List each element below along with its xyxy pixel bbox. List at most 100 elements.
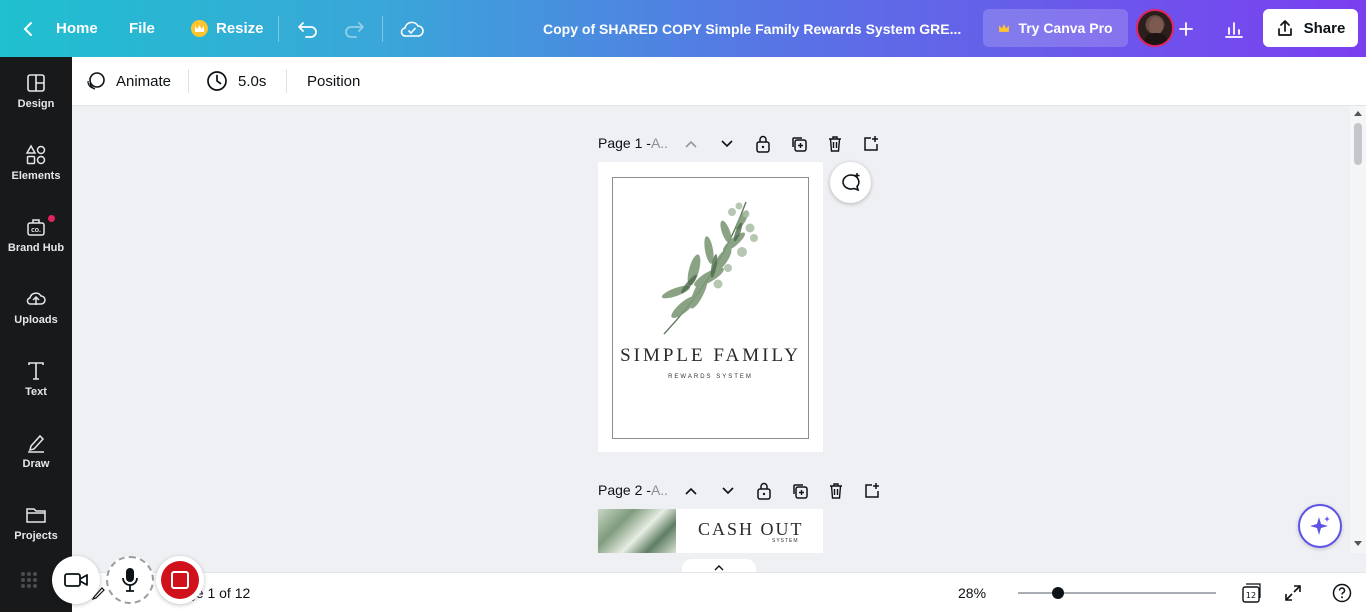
redo-icon	[345, 21, 364, 38]
fullscreen-button[interactable]	[1281, 581, 1305, 605]
insights-button[interactable]	[1224, 0, 1244, 57]
crown-icon	[999, 24, 1010, 32]
expand-icon	[1285, 585, 1301, 601]
sidebar-item-projects[interactable]: Projects	[0, 489, 72, 557]
duplicate-icon	[792, 137, 807, 152]
design-icon	[27, 74, 45, 92]
home-label: Home	[56, 20, 98, 37]
page-2-thumbnail[interactable]: CASH OUT SYSTEM	[598, 509, 823, 553]
document-title[interactable]: Copy of SHARED COPY Simple Family Reward…	[543, 0, 963, 57]
vertical-scrollbar[interactable]	[1350, 106, 1366, 553]
trash-icon	[829, 136, 841, 152]
sidebar-item-design[interactable]: Design	[0, 57, 72, 125]
move-page-up-button[interactable]	[680, 133, 702, 155]
sidebar-item-draw[interactable]: Draw	[0, 417, 72, 485]
avatar[interactable]	[1136, 9, 1174, 47]
lock-icon	[756, 135, 770, 153]
page-grid-button[interactable]: 12	[1239, 581, 1263, 605]
sidebar-item-uploads[interactable]: Uploads	[0, 273, 72, 341]
add-comment-button[interactable]	[830, 162, 871, 203]
comment-plus-icon	[841, 172, 860, 191]
microphone-icon	[122, 568, 138, 592]
share-button[interactable]: Share	[1263, 9, 1358, 47]
draw-icon	[28, 434, 45, 453]
add-page-button[interactable]	[861, 480, 883, 502]
page-label-prefix: Page 2 -	[598, 482, 651, 498]
try-canva-pro-button[interactable]: Try Canva Pro	[983, 9, 1128, 47]
page-2-label[interactable]: Page 2 - A..	[598, 482, 668, 498]
home-button[interactable]: Home	[22, 0, 98, 57]
duration-button[interactable]: 5.0s	[206, 57, 266, 105]
scrollbar-thumb[interactable]	[1354, 123, 1362, 165]
video-camera-icon	[64, 573, 88, 587]
lock-page-button[interactable]	[753, 480, 775, 502]
lock-page-button[interactable]	[752, 133, 774, 155]
chevron-down-icon	[721, 140, 733, 148]
elements-icon	[25, 144, 46, 165]
file-menu-button[interactable]: File	[129, 0, 155, 57]
resize-button[interactable]: Resize	[191, 0, 264, 57]
duplicate-page-button[interactable]	[789, 480, 811, 502]
animate-icon	[87, 72, 105, 90]
magic-assistant-button[interactable]	[1298, 504, 1342, 548]
context-toolbar: Animate 5.0s Position	[72, 57, 1366, 106]
sidebar-item-elements[interactable]: Elements	[0, 129, 72, 197]
delete-page-button[interactable]	[824, 133, 846, 155]
camera-toggle-button[interactable]	[52, 556, 100, 604]
zoom-slider-track[interactable]	[1018, 592, 1216, 594]
microphone-toggle-button[interactable]	[106, 556, 154, 604]
cloud-save-status[interactable]	[400, 0, 424, 57]
move-page-down-button[interactable]	[717, 480, 739, 502]
zoom-percentage[interactable]: 28%	[958, 573, 986, 612]
page-1-label[interactable]: Page 1 - A..	[598, 135, 668, 151]
brand-hub-icon: CO.	[27, 219, 45, 236]
chevron-up-icon	[685, 487, 697, 495]
clock-icon	[207, 71, 227, 91]
page-2-title: CASH OUT	[698, 519, 804, 539]
footer-bar: ge 1 of 12 28% 12	[72, 572, 1366, 612]
plus-icon	[1179, 21, 1193, 36]
move-page-up-button[interactable]	[680, 480, 702, 502]
page-label-prefix: Page 1 -	[598, 135, 651, 151]
delete-page-button[interactable]	[825, 480, 847, 502]
page-name: A..	[650, 135, 669, 151]
notification-dot	[48, 215, 55, 222]
zoom-slider-handle[interactable]	[1051, 587, 1064, 599]
redo-button[interactable]	[343, 0, 365, 57]
chevron-up-icon	[685, 140, 697, 148]
eucalyptus-illustration	[661, 201, 758, 335]
help-button[interactable]	[1330, 581, 1354, 605]
animate-button[interactable]: Animate	[86, 57, 171, 105]
sparkle-icon	[1310, 516, 1330, 535]
design-canvas[interactable]: Page 1 - A.. SIMPLE FAMILY REWARDS SYSTE…	[72, 106, 1350, 553]
apps-grid-icon[interactable]	[19, 570, 39, 590]
divider	[286, 69, 287, 93]
sidebar-item-label: Design	[17, 98, 55, 110]
undo-button[interactable]	[297, 0, 319, 57]
stop-recording-button[interactable]	[156, 556, 204, 604]
pages-icon: 12	[1242, 583, 1261, 603]
scroll-down-icon[interactable]	[1354, 541, 1362, 547]
undo-icon	[298, 21, 317, 38]
page-1-subtitle: REWARDS SYSTEM	[668, 374, 753, 380]
leaves-image	[598, 509, 676, 553]
add-collaborator-button[interactable]	[1178, 0, 1194, 57]
page-1-thumbnail[interactable]: SIMPLE FAMILY REWARDS SYSTEM	[598, 162, 823, 452]
move-page-down-button[interactable]	[716, 133, 738, 155]
sidebar-item-label: Draw	[22, 458, 50, 470]
avatar-body	[1144, 33, 1168, 45]
position-button[interactable]: Position	[307, 57, 360, 105]
share-icon	[1277, 20, 1292, 36]
divider	[188, 69, 189, 93]
add-page-button[interactable]	[860, 133, 882, 155]
sidebar-item-brand-hub[interactable]: CO. Brand Hub	[0, 201, 72, 269]
sidebar-item-label: Projects	[14, 530, 58, 542]
page-count-badge: 12	[1246, 591, 1256, 600]
cloud-check-icon	[400, 21, 424, 37]
duration-label: 5.0s	[238, 72, 267, 90]
sidebar-item-text[interactable]: Text	[0, 345, 72, 413]
scroll-up-icon[interactable]	[1354, 110, 1362, 116]
svg-text:CO.: CO.	[31, 228, 41, 234]
add-page-icon	[865, 483, 879, 498]
duplicate-page-button[interactable]	[788, 133, 810, 155]
